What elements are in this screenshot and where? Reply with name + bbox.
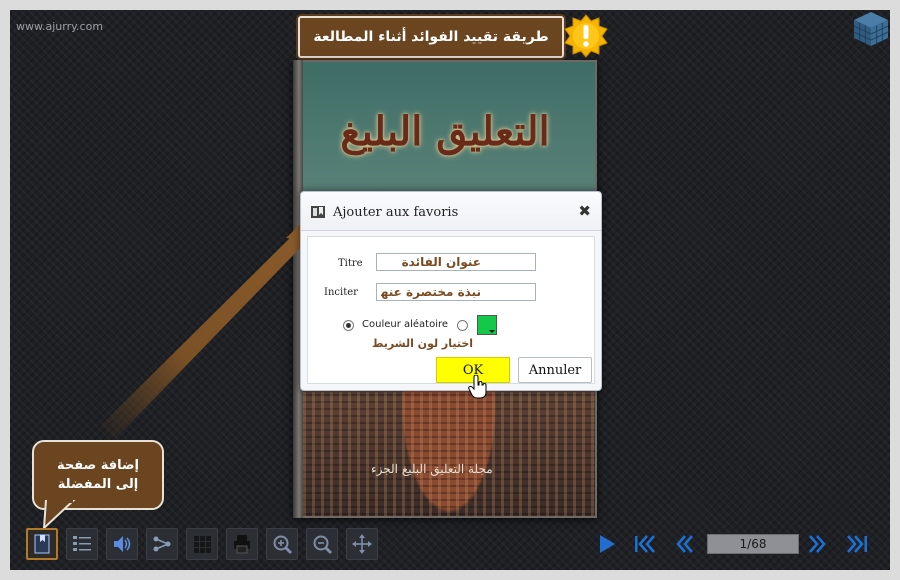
site-url: www.ajurry.com	[16, 20, 104, 33]
random-color-radio[interactable]	[343, 320, 354, 331]
toc-icon	[73, 536, 91, 551]
zoom-out-icon	[313, 535, 333, 555]
sound-button[interactable]	[106, 528, 138, 560]
last-page-icon	[847, 535, 867, 553]
excerpt-label: Inciter	[324, 287, 358, 298]
sound-icon	[114, 536, 131, 552]
add-bookmark-button[interactable]	[26, 528, 58, 560]
random-color-label: Couleur aléatoire	[362, 319, 449, 330]
color-picker-swatch[interactable]	[477, 315, 497, 335]
first-page-button[interactable]	[631, 530, 659, 558]
custom-color-radio[interactable]	[457, 320, 468, 331]
bookmark-icon	[34, 534, 50, 554]
title-label: Titre	[338, 258, 363, 269]
dialog-header: Ajouter aux favoris ✖	[301, 192, 601, 231]
share-icon	[153, 536, 171, 552]
cancel-button[interactable]: Annuler	[518, 357, 592, 383]
move-button[interactable]	[346, 528, 378, 560]
hand-cursor-icon	[468, 375, 487, 399]
callout-tail	[42, 500, 76, 530]
share-button[interactable]	[146, 528, 178, 560]
color-hint: اختيار لون الشريط	[372, 337, 474, 350]
print-icon	[234, 535, 250, 554]
table-of-contents-button[interactable]	[66, 528, 98, 560]
next-page-icon	[809, 535, 826, 553]
callout-line-1: إضافة صفحة	[57, 458, 139, 473]
title-input[interactable]	[376, 253, 536, 271]
previous-page-icon	[676, 535, 693, 553]
print-button[interactable]	[226, 528, 258, 560]
last-page-button[interactable]	[843, 530, 871, 558]
zoom-out-button[interactable]	[306, 528, 338, 560]
zoom-in-icon	[273, 535, 293, 555]
dialog-title: Ajouter aux favoris	[333, 205, 459, 220]
thumbnails-icon	[194, 536, 211, 553]
thumbnails-button[interactable]	[186, 528, 218, 560]
bookmark-icon	[311, 206, 325, 218]
play-icon	[600, 535, 615, 553]
viewer-frame: www.ajurry.com طريقة تقييد الفوائد أثناء…	[10, 10, 890, 570]
callout-line-2: إلى المفضلة	[57, 477, 139, 492]
excerpt-input[interactable]	[376, 283, 536, 301]
warning-icon	[564, 14, 608, 58]
book-title: التعليق البليغ	[340, 108, 550, 155]
tip-banner: طريقة تقييد الفوائد أثناء المطالعة	[298, 16, 564, 58]
previous-page-button[interactable]	[671, 530, 699, 558]
tip-banner-text: طريقة تقييد الفوائد أثناء المطالعة	[313, 29, 549, 45]
cover-ornament	[303, 392, 595, 516]
move-icon	[352, 534, 372, 554]
play-button[interactable]	[593, 530, 621, 558]
book-subtitle: مجلة التعليق البليغ الجزء	[371, 462, 493, 476]
close-icon[interactable]: ✖	[578, 202, 591, 220]
cube-logo-icon	[853, 12, 889, 46]
first-page-icon	[635, 535, 655, 553]
zoom-in-button[interactable]	[266, 528, 298, 560]
dialog-body: Titre Inciter Couleur aléatoire اختيار ل…	[307, 236, 595, 399]
next-page-button[interactable]	[803, 530, 831, 558]
page-indicator[interactable]: 1/68	[707, 534, 799, 554]
add-bookmark-dialog: Ajouter aux favoris ✖ Titre Inciter Coul…	[300, 191, 602, 399]
